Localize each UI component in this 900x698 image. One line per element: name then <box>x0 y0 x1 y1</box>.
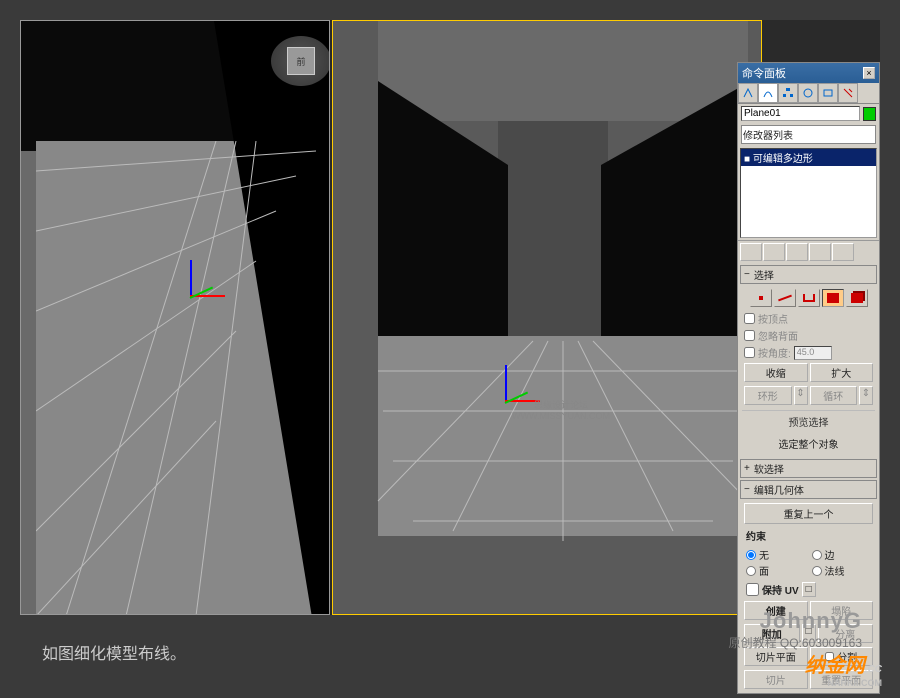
modifier-list-row: 修改器列表 <box>738 123 879 146</box>
logo-url: NARKII.COM <box>805 678 882 688</box>
command-panel: 命令面板 × 修改器列表 ■ 可编辑多边形 选择 <box>737 62 880 694</box>
viewcube-gizmo[interactable]: 前 <box>271 36 330 86</box>
wireframe-grid-left <box>36 141 316 615</box>
selection-info: 选定整个对象 <box>779 440 839 451</box>
display-icon <box>822 87 834 99</box>
transform-gizmo-left[interactable] <box>190 260 225 299</box>
constraint-edge-radio[interactable] <box>812 550 822 560</box>
narkii-logo: 纳金网.CC NARKII.COM <box>805 649 882 688</box>
ignore-backface-checkbox[interactable] <box>744 330 755 341</box>
wireframe-grid-right <box>333 21 762 615</box>
close-icon[interactable]: × <box>863 67 875 79</box>
modifier-stack-buttons <box>738 240 879 263</box>
constraint-radios: 无 边 面 法线 <box>742 545 875 580</box>
scene-right <box>333 21 761 614</box>
watermark-missyuan: 思缘设计论坛 WWW.MISSYUAN.COM <box>512 400 610 422</box>
tab-modify[interactable] <box>758 83 778 103</box>
repeat-last-button[interactable]: 重复上一个 <box>744 503 873 524</box>
tab-display[interactable] <box>818 83 838 103</box>
ignore-backface-label: 忽略背面 <box>758 328 798 343</box>
motion-icon <box>802 87 814 99</box>
rollout-edit-geometry[interactable]: 编辑几何体 <box>740 480 877 499</box>
object-name-input[interactable] <box>741 106 860 121</box>
by-angle-label: 按角度: <box>758 345 791 360</box>
tutorial-frame: 前 <box>20 20 880 615</box>
panel-main-tabs <box>738 83 879 104</box>
configure-sets-button[interactable] <box>832 243 854 261</box>
panel-title-text: 命令面板 <box>742 65 786 81</box>
arrow-icon <box>742 87 754 99</box>
axis-z[interactable] <box>190 260 192 295</box>
modifier-list-dropdown[interactable]: 修改器列表 <box>741 125 876 144</box>
scene-left: 前 <box>21 21 329 614</box>
axis-z[interactable] <box>505 365 507 400</box>
shrink-button[interactable]: 收缩 <box>744 363 808 382</box>
panel-titlebar[interactable]: 命令面板 × <box>738 63 879 83</box>
selection-body: 按顶点 忽略背面 按角度:45.0 收缩 扩大 环形 ⇕ 循环 ⇕ 预览选择 选… <box>738 284 879 457</box>
unique-button[interactable] <box>786 243 808 261</box>
preserve-uv-checkbox[interactable] <box>746 583 759 596</box>
remove-modifier-button[interactable] <box>809 243 831 261</box>
constraint-none-radio[interactable] <box>746 550 756 560</box>
object-color-swatch[interactable] <box>863 107 876 121</box>
object-name-row <box>738 104 879 123</box>
modifier-stack-item[interactable]: ■ 可编辑多边形 <box>741 149 876 166</box>
constraints-label: 约束 <box>742 526 875 545</box>
mode-vertex[interactable] <box>750 289 772 307</box>
loop-button[interactable]: 循环 <box>810 386 858 405</box>
tab-create[interactable] <box>738 83 758 103</box>
mode-element[interactable] <box>846 289 868 307</box>
by-vertex-label: 按顶点 <box>758 311 788 326</box>
constraint-normal-radio[interactable] <box>812 566 822 576</box>
loop-spinner[interactable]: ⇕ <box>859 386 873 405</box>
preserve-uv-label: 保持 UV <box>762 582 799 597</box>
tutorial-caption: 如图细化模型布线。 <box>42 640 186 664</box>
author-credit: JohnnyG 原创教程 QQ:603009163 <box>729 608 862 651</box>
mode-edge[interactable] <box>774 289 796 307</box>
ring-spinner[interactable]: ⇕ <box>794 386 808 405</box>
tab-utilities[interactable] <box>838 83 858 103</box>
mode-polygon[interactable] <box>822 289 844 307</box>
subobject-modes <box>742 286 875 310</box>
by-vertex-checkbox[interactable] <box>744 313 755 324</box>
mode-border[interactable] <box>798 289 820 307</box>
tab-hierarchy[interactable] <box>778 83 798 103</box>
author-name: JohnnyG <box>729 608 862 634</box>
rollout-selection[interactable]: 选择 <box>740 265 877 284</box>
rollout-soft-selection[interactable]: 软选择 <box>740 459 877 478</box>
axis-y[interactable] <box>190 287 214 299</box>
slice-button[interactable]: 切片 <box>744 670 808 689</box>
preserve-uv-settings[interactable]: □ <box>802 582 816 597</box>
ring-button[interactable]: 环形 <box>744 386 792 405</box>
by-angle-checkbox[interactable] <box>744 347 755 358</box>
arc-icon <box>762 87 774 99</box>
preview-select-label: 预览选择 <box>745 414 872 429</box>
viewport-perspective-left[interactable]: 前 <box>20 20 330 615</box>
modifier-stack[interactable]: ■ 可编辑多边形 <box>740 148 877 238</box>
constraint-face-radio[interactable] <box>746 566 756 576</box>
pin-stack-button[interactable] <box>740 243 762 261</box>
show-result-button[interactable] <box>763 243 785 261</box>
transform-gizmo-right[interactable] <box>505 365 540 404</box>
angle-spinner[interactable]: 45.0 <box>794 346 832 360</box>
grow-button[interactable]: 扩大 <box>810 363 874 382</box>
hammer-icon <box>842 87 854 99</box>
tab-motion[interactable] <box>798 83 818 103</box>
hierarchy-icon <box>782 87 794 99</box>
viewport-perspective-right[interactable] <box>332 20 762 615</box>
viewcube-face[interactable]: 前 <box>287 47 315 75</box>
